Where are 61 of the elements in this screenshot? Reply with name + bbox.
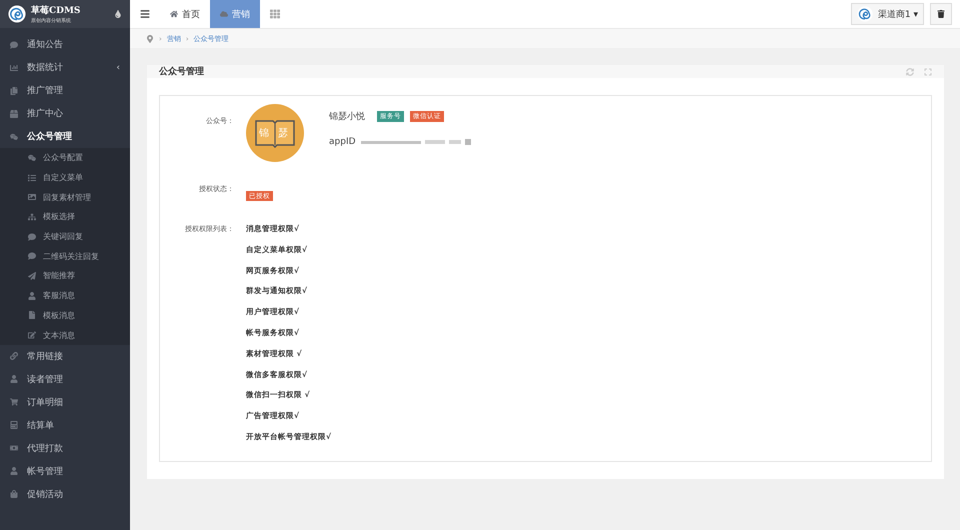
paper-plane-icon [28,272,36,280]
bar-chart-icon [10,64,18,72]
sidebar-item[interactable]: 读者管理 [0,368,130,391]
sidebar-item[interactable]: 代理打款 [0,436,130,460]
account-name: 锦瑟小悦 [329,110,365,123]
sidebar-item[interactable]: 数据统计 ‹ [0,56,130,79]
money-icon [10,444,18,452]
wechat-icon [10,132,18,140]
cloud-icon [220,10,228,18]
spiral-logo-icon [8,5,26,23]
nav-tab[interactable]: 首页 [160,0,210,28]
link-icon [10,352,18,360]
sidebar-item[interactable]: 常用链接 [0,344,130,368]
user-icon [28,292,36,300]
sitemap-icon [28,212,36,221]
chat-bubble-icon [28,252,36,260]
file-icon [28,311,36,320]
appid-label: appID [329,137,356,147]
submenu-item[interactable]: 公众号配置 [0,148,130,168]
sidebar-item[interactable]: 通知公告 [0,33,130,56]
user-icon [10,375,18,384]
submenu-item[interactable]: 二维码关注回复 [0,246,130,266]
caret-icon: ‹ [116,62,120,72]
sidebar-item[interactable]: 推广管理 [0,79,130,102]
sidebar-item[interactable]: 帐号管理 [0,460,130,483]
spiral-logo-icon [856,6,873,22]
sidebar-item[interactable]: 推广中心 [0,102,130,125]
bag-icon [10,490,18,498]
submenu-item[interactable]: 关键词回复 [0,226,130,246]
sidebar-item[interactable]: 公众号管理 [0,125,130,148]
brand-title: 草莓CDMS [31,4,82,17]
submenu-item[interactable]: 模板选择 [0,207,130,227]
image-icon [28,193,36,202]
drop-icon[interactable] [114,10,122,18]
user-icon [10,467,18,476]
box-icon [10,110,18,118]
book-icon [254,118,296,148]
cart-icon [10,398,18,406]
chat-bubble-icon [28,232,36,241]
wechat-icon [28,154,36,162]
submenu-item[interactable]: 模板消息 [0,306,130,326]
chat-bubble-icon [10,40,18,48]
panel-title: 公众号管理 [159,66,204,78]
edit-icon [28,331,36,340]
submenu-item[interactable]: 客服消息 [0,286,130,306]
sidebar-item[interactable]: 促销活动 [0,482,130,506]
calculator-icon [10,421,18,430]
home-icon [170,10,178,18]
delete-button[interactable] [930,3,952,25]
submenu-item[interactable]: 智能推荐 [0,266,130,286]
list-icon [28,174,36,182]
location-pin-icon [146,34,154,42]
sidebar-item[interactable]: 结算单 [0,414,130,437]
trash-icon [937,10,945,18]
user-dropdown[interactable]: 渠道商1 ▾ [850,3,924,25]
copy-icon [10,86,18,94]
submenu-item[interactable]: 回复素材管理 [0,187,130,208]
sidebar-item[interactable]: 订单明细 [0,390,130,414]
avatar-text: 锦 瑟 [258,127,292,140]
submenu-item[interactable]: 文本消息 [0,325,130,345]
submenu-item[interactable]: 自定义菜单 [0,168,130,188]
